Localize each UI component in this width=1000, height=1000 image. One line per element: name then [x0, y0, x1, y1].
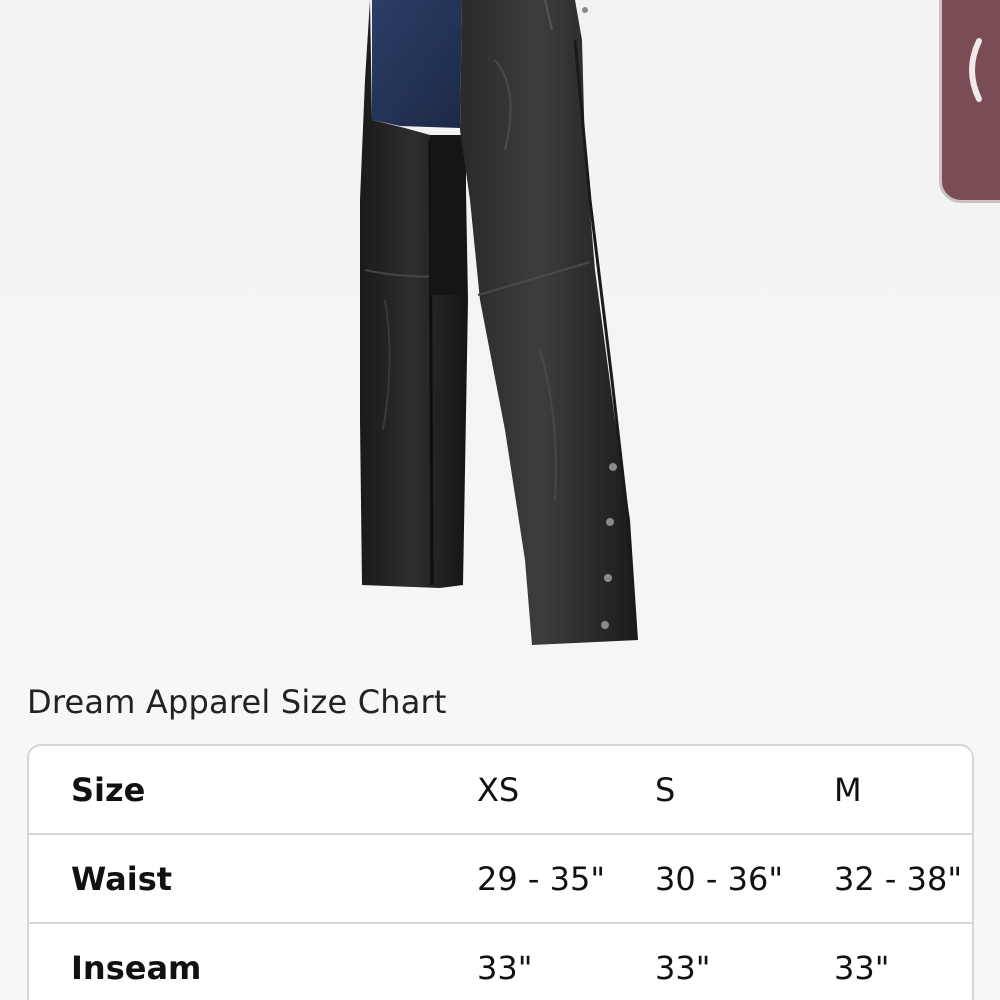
size-chart-table: Size XS S M Waist 29 - 35" 30 - 36" 32 -… — [27, 744, 974, 1000]
product-page: Dream Apparel Size Chart Size XS S M Wai… — [0, 0, 1000, 1000]
chevron-left-icon — [969, 38, 982, 102]
table-cell: 32 - 38" — [834, 860, 963, 898]
collapse-tab[interactable] — [939, 0, 1000, 203]
table-row-waist: Waist 29 - 35" 30 - 36" 32 - 38" — [29, 835, 972, 924]
row-label: Inseam — [71, 949, 202, 987]
table-row-size: Size XS S M — [29, 746, 972, 835]
product-image[interactable] — [0, 0, 1000, 672]
table-row-inseam: Inseam 33" 33" 33" — [29, 924, 972, 1000]
leather-chaps-illustration — [360, 0, 638, 645]
size-chart-title: Dream Apparel Size Chart — [27, 683, 447, 721]
table-cell: 30 - 36" — [655, 860, 784, 898]
table-cell: 29 - 35" — [477, 860, 606, 898]
row-label: Waist — [71, 860, 173, 898]
table-cell: 33" — [834, 949, 890, 987]
table-cell: S — [655, 771, 676, 809]
table-cell: XS — [477, 771, 520, 809]
table-cell: M — [834, 771, 862, 809]
row-label: Size — [71, 771, 146, 809]
table-cell: 33" — [655, 949, 711, 987]
table-cell: 33" — [477, 949, 533, 987]
